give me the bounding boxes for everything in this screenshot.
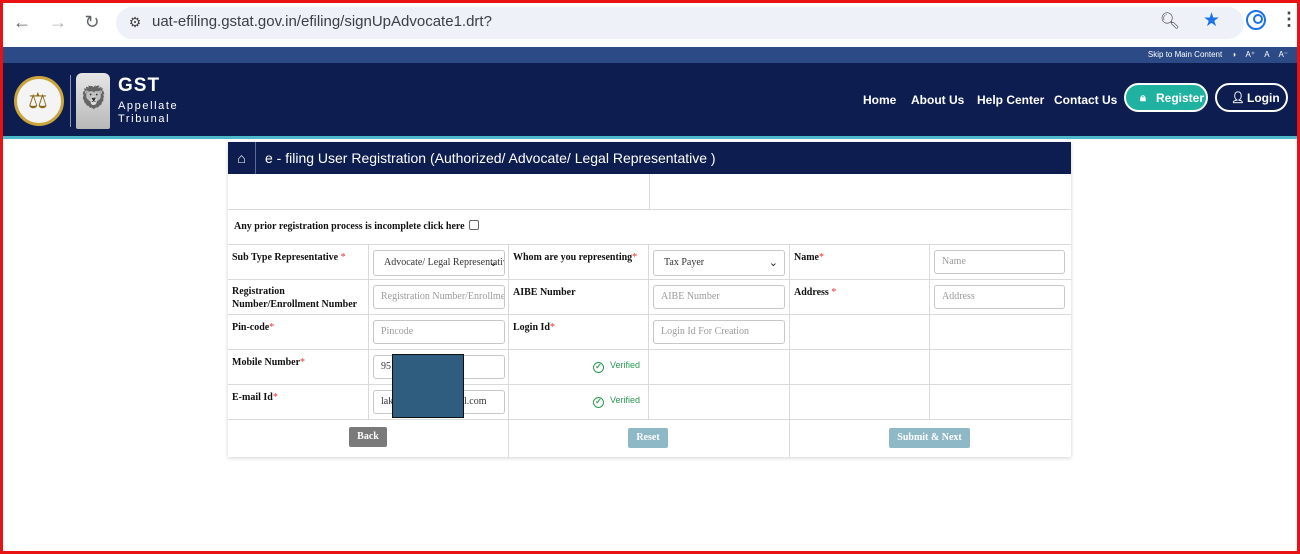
tribunal-seal-logo	[14, 76, 64, 126]
check-circle-icon: ✓	[593, 362, 604, 373]
email-verified-badge: ✓ Verified	[593, 395, 640, 408]
empty-cell	[650, 174, 1071, 210]
empty-cell	[790, 315, 930, 350]
registration-number-input[interactable]: Registration Number/Enrollment Number	[373, 285, 505, 309]
site-header: GST Appellate Tribunal Home About Us Hel…	[0, 63, 1300, 139]
empty-cell	[930, 315, 1071, 350]
bookmark-star-icon[interactable]: ★	[1203, 9, 1220, 32]
aibe-input[interactable]: AIBE Number	[653, 285, 785, 309]
lock-icon: 🔒︎	[1140, 92, 1146, 104]
login-id-input[interactable]: Login Id For Creation	[653, 320, 785, 344]
prior-registration-row: Any prior registration process is incomp…	[228, 210, 1071, 245]
reload-icon[interactable]: ↻	[80, 10, 104, 34]
nav-about-us[interactable]: About Us	[911, 93, 964, 107]
brand-subtitle: Appellate Tribunal	[118, 100, 179, 125]
font-decrease-button[interactable]: A⁻	[1278, 50, 1288, 59]
empty-cell	[930, 385, 1071, 420]
address-bar[interactable]: ⚙ uat-efiling.gstat.gov.in/efiling/signU…	[116, 7, 1244, 39]
register-label: Register	[1156, 91, 1205, 105]
site-settings-icon[interactable]: ⚙	[124, 11, 146, 33]
address-input[interactable]: Address	[934, 285, 1065, 309]
logo-divider	[70, 75, 71, 127]
whom-select[interactable]: Tax Payer ⌄	[653, 250, 785, 276]
font-normal-button[interactable]: A	[1264, 50, 1269, 59]
address-label: Address	[794, 287, 829, 298]
pincode-label: Pin-code	[232, 322, 270, 333]
whom-label: Whom are you representing	[513, 252, 633, 263]
menu-kebab-icon[interactable]: ⋮	[1280, 9, 1298, 30]
forward-arrow-icon[interactable]: →	[46, 10, 70, 34]
aibe-label: AIBE Number	[513, 287, 576, 298]
sub-type-select[interactable]: Advocate/ Legal Representative ⌄	[373, 250, 505, 276]
login-id-label: Login Id	[513, 322, 550, 333]
profile-icon[interactable]	[1246, 10, 1266, 30]
url-text[interactable]: uat-efiling.gstat.gov.in/efiling/signUpA…	[152, 13, 492, 30]
nav-home[interactable]: Home	[863, 93, 896, 107]
register-button[interactable]: 🔒︎ Register	[1124, 83, 1208, 112]
login-button[interactable]: 👤︎ Login	[1215, 83, 1288, 112]
national-emblem-logo	[76, 73, 110, 129]
reset-button[interactable]: Reset	[628, 428, 668, 448]
name-label: Name	[794, 252, 819, 263]
user-icon: 👤︎	[1231, 92, 1245, 104]
back-arrow-icon[interactable]: ←	[10, 10, 34, 34]
empty-cell	[649, 385, 790, 420]
nav-help-center[interactable]: Help Center	[977, 93, 1044, 107]
skip-to-main-link[interactable]: Skip to Main Content	[1148, 50, 1222, 59]
prior-registration-checkbox[interactable]	[468, 220, 479, 230]
login-label: Login	[1247, 91, 1280, 105]
empty-cell	[228, 174, 650, 210]
accessibility-bar: Skip to Main Content ◑ A⁺ A A⁻	[0, 47, 1300, 63]
panel-header: ⌂ e - filing User Registration (Authoriz…	[228, 142, 1071, 174]
empty-cell	[649, 350, 790, 385]
mobile-verified-badge: ✓ Verified	[593, 360, 640, 373]
submit-next-button[interactable]: Submit & Next	[889, 428, 970, 448]
back-button[interactable]: Back	[349, 427, 387, 447]
browser-toolbar: ← → ↻ ⚙ uat-efiling.gstat.gov.in/efiling…	[0, 0, 1300, 47]
contrast-toggle-icon[interactable]: ◑	[1231, 50, 1236, 59]
sub-type-label: Sub Type Representative	[232, 252, 339, 263]
empty-cell	[930, 350, 1071, 385]
pincode-input[interactable]: Pincode	[373, 320, 505, 344]
brand-title: GST	[118, 75, 161, 96]
panel-title: e - filing User Registration (Authorized…	[265, 150, 716, 166]
check-circle-icon: ✓	[593, 397, 604, 408]
registration-number-label: Registration Number/Enrollment Number	[232, 286, 358, 310]
nav-contact-us[interactable]: Contact Us	[1054, 93, 1117, 107]
name-input[interactable]: Name	[934, 250, 1065, 274]
prior-registration-text: Any prior registration process is incomp…	[234, 221, 465, 232]
registration-panel: ⌂ e - filing User Registration (Authoriz…	[228, 142, 1071, 457]
email-label: E-mail Id	[232, 392, 273, 403]
mobile-label: Mobile Number	[232, 357, 301, 368]
home-icon[interactable]: ⌂	[228, 142, 256, 174]
font-increase-button[interactable]: A⁺	[1246, 50, 1256, 59]
empty-cell	[790, 350, 930, 385]
chevron-down-icon: ⌄	[488, 256, 498, 269]
empty-cell	[790, 385, 930, 420]
zoom-icon[interactable]: 🔍︎	[1160, 11, 1180, 31]
redaction-box	[392, 354, 464, 418]
chevron-down-icon: ⌄	[768, 256, 778, 269]
